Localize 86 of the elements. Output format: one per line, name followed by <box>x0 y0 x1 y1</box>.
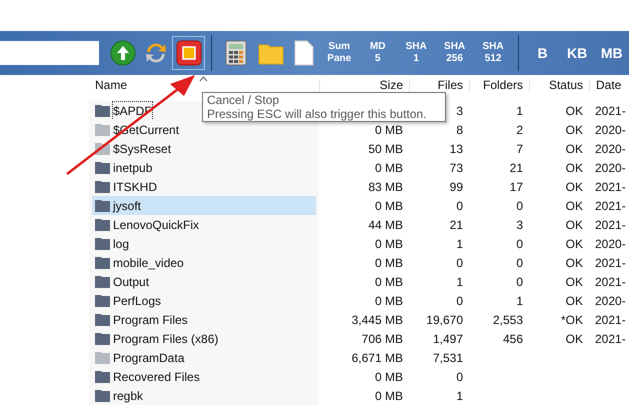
table-cell: 1 <box>456 388 463 402</box>
table-cell: 17 <box>510 180 523 194</box>
table-cell: 0 MB <box>374 160 403 174</box>
table-cell: 2021- <box>595 180 626 194</box>
table-cell: 21 <box>450 218 463 232</box>
table-cell: OK <box>566 142 583 156</box>
folder-name: LenovoQuickFix <box>113 216 200 234</box>
table-cell: 2021- <box>595 218 626 232</box>
tooltip-text: Pressing ESC will also trigger this button. <box>207 107 428 121</box>
table-cell: 73 <box>450 160 463 174</box>
table-cell: 0 MB <box>374 256 403 270</box>
folder-name: ProgramData <box>113 350 184 366</box>
table-cell: 44 MB <box>368 218 403 232</box>
table-cell: 1 <box>516 294 523 308</box>
table-cell: *OK <box>560 312 583 326</box>
table-cell: OK <box>566 332 583 346</box>
table-cell: 19,670 <box>426 312 463 326</box>
table-cell: 0 <box>516 236 523 250</box>
folder-name: log <box>113 236 130 252</box>
table-cell: OK <box>566 160 583 174</box>
table-cell: 1 <box>456 236 463 250</box>
table-cell: 2021- <box>595 256 626 270</box>
folder-name: Output <box>113 274 150 290</box>
table-cell: 7 <box>516 142 523 156</box>
table-cell: 0 MB <box>374 388 403 402</box>
table-cell: 2021- <box>595 104 626 118</box>
table-cell: 0 <box>456 198 463 212</box>
folder-name: mobile_video <box>113 254 184 272</box>
table-cell: 2021- <box>595 198 626 212</box>
table-cell: 13 <box>450 142 463 156</box>
folder-name: jysoft <box>113 198 142 214</box>
table-cell: 1 <box>516 104 523 118</box>
folder-name: $SysReset <box>113 140 172 158</box>
table-cell: 706 MB <box>362 332 403 346</box>
table-cell: 0 <box>456 256 463 270</box>
folder-name: Recovered Files <box>113 368 200 386</box>
table-cell: OK <box>566 122 583 136</box>
table-cell: 0 <box>516 256 523 270</box>
table-cell: 2021- <box>595 312 626 326</box>
table-cell: 2020- <box>595 160 626 174</box>
table-cell: 21 <box>510 160 523 174</box>
folder-name: ITSKHD <box>113 178 158 196</box>
table-cell: 2,553 <box>492 312 523 326</box>
table-cell: OK <box>566 294 583 308</box>
folder-name: Program Files <box>113 312 188 328</box>
table-cell: OK <box>566 218 583 232</box>
table-cell: 6,671 MB <box>352 350 403 364</box>
table-cell: OK <box>566 256 583 270</box>
table-cell: 2021- <box>595 274 626 288</box>
tooltip-title: Cancel / Stop <box>207 93 280 107</box>
table-cell: 3,445 MB <box>352 312 403 326</box>
table-cell: 0 MB <box>374 122 403 136</box>
table-cell: 2020- <box>595 122 626 136</box>
table-cell: 83 MB <box>368 180 403 194</box>
table-cell: 3 <box>516 218 523 232</box>
table-cell: 456 <box>502 332 523 346</box>
table-cell: 2020- <box>595 236 626 250</box>
table-cell: OK <box>566 104 583 118</box>
table-cell: 0 MB <box>374 236 403 250</box>
folder-name: PerfLogs <box>113 292 162 310</box>
folder-name: inetpub <box>113 160 152 176</box>
table-cell: OK <box>566 274 583 288</box>
folder-name: regbk <box>113 388 144 404</box>
table-cell: 1,497 <box>432 332 463 346</box>
table-cell: 0 MB <box>374 294 403 308</box>
folder-name: Program Files (x86) <box>113 330 218 348</box>
table-cell: 2 <box>516 122 523 136</box>
table-cell: 0 <box>516 274 523 288</box>
table-cell: 0 <box>456 294 463 308</box>
table-cell: 3 <box>456 104 463 118</box>
table-cell: 0 <box>516 198 523 212</box>
table-cell: 2020- <box>595 142 626 156</box>
table-cell: 2020- <box>595 294 626 308</box>
table-cell: OK <box>566 180 583 194</box>
table-cell: 8 <box>456 122 463 136</box>
table-cell: 50 MB <box>368 142 403 156</box>
table-cell: 2021- <box>595 332 626 346</box>
table-cell: 7,531 <box>432 350 463 364</box>
table-cell: 99 <box>450 180 463 194</box>
table-cell: 0 MB <box>374 274 403 288</box>
table-cell: 0 MB <box>374 198 403 212</box>
table-cell: 0 <box>456 370 463 384</box>
table-cell: OK <box>566 236 583 250</box>
table-cell: 0 MB <box>374 370 403 384</box>
table-cell: OK <box>566 198 583 212</box>
table-cell: 1 <box>456 274 463 288</box>
